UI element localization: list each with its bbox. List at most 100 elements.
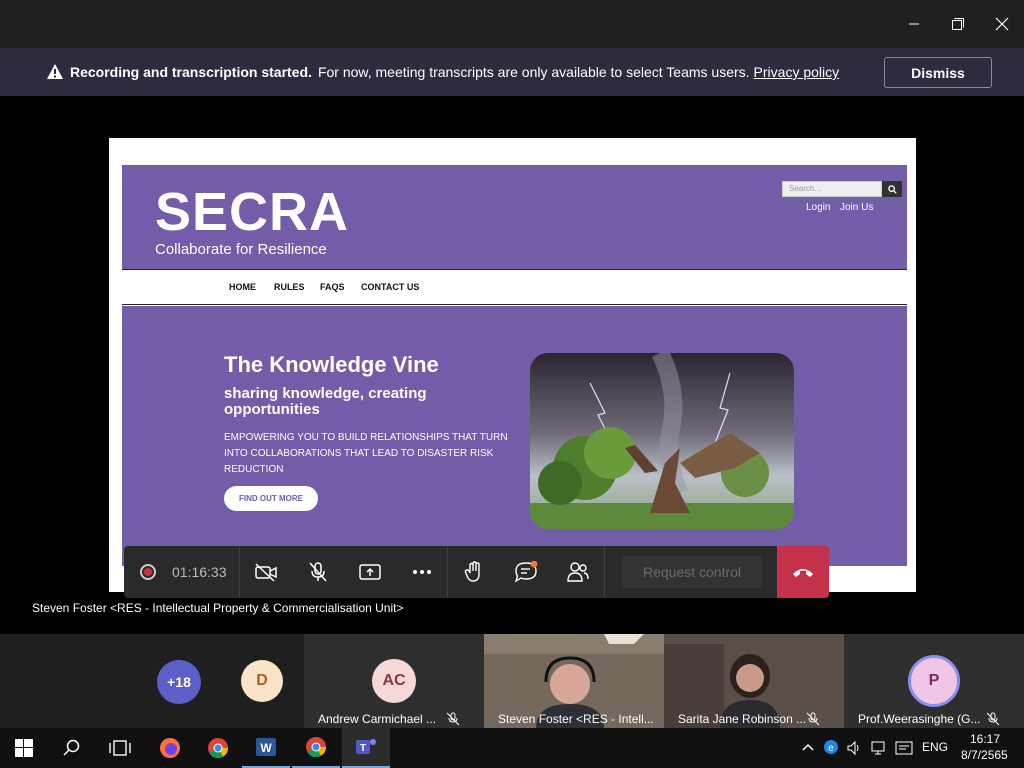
chat-icon [514,561,538,583]
window-titlebar [0,0,1024,48]
privacy-policy-link[interactable]: Privacy policy [754,64,840,80]
separator [239,546,240,598]
edge-icon[interactable]: e [823,739,839,755]
minimize-icon [909,23,919,25]
separator [447,546,448,598]
mic-off-icon [309,562,327,582]
find-out-more-button[interactable]: FIND OUT MORE [224,486,318,511]
camera-off-icon [255,563,277,582]
minimize-button[interactable] [892,0,936,48]
share-screen-icon [359,564,381,580]
mic-muted-icon [986,712,1000,726]
close-button[interactable] [980,0,1024,48]
hang-up-button[interactable] [777,546,829,598]
raise-hand-button[interactable] [456,554,492,590]
chrome-icon [208,738,229,759]
participant-tile[interactable]: Steven Foster <RES - Intell... [484,634,664,728]
site-nav-contact[interactable]: CONTACT US [361,282,419,292]
banner-message: For now, meeting transcripts are only av… [317,64,750,80]
storm-tree-image [530,353,794,529]
camera-toggle-button[interactable] [248,554,284,590]
search-button[interactable] [48,728,96,768]
firefox-icon [160,738,180,758]
participant-name: Sarita Jane Robinson ... [678,712,807,726]
maximize-icon [952,18,964,30]
clock-date[interactable]: 8/7/2565 [961,748,1008,762]
hang-up-icon [793,569,813,577]
chevron-up-icon[interactable] [802,742,814,752]
chrome-icon [306,737,327,758]
participant-name: Prof.Weerasinghe (G... [858,712,981,726]
chrome-app-2[interactable] [292,728,340,768]
avatar: P [908,655,960,707]
windows-taskbar: W T e ENG 16:17 8/7/2565 [0,728,1024,768]
more-icon [413,570,431,574]
recording-banner: Recording and transcription started. For… [0,48,1024,96]
input-language[interactable]: ENG [922,740,948,754]
site-join-link[interactable]: Join Us [840,202,873,213]
task-view-button[interactable] [96,728,144,768]
site-login-link[interactable]: Login [806,202,830,213]
share-screen-button[interactable] [352,554,388,590]
site-header: SECRA Collaborate for Resilience Search.… [122,165,907,269]
maximize-button[interactable] [936,0,980,48]
shared-screen: SECRA Collaborate for Resilience Search.… [109,138,916,592]
participants-icon [567,562,589,582]
svg-text:T: T [360,743,366,754]
recording-indicator-icon [140,564,156,580]
more-actions-button[interactable] [404,554,440,590]
word-app[interactable]: W [242,728,290,768]
site-hero: The Knowledge Vine sharing knowledge, cr… [122,306,907,566]
participant-tile[interactable]: AC Andrew Carmichael ... [304,634,484,728]
svg-text:e: e [828,743,834,754]
teams-icon: T [356,739,376,754]
site-nav-home[interactable]: HOME [229,282,256,292]
presenter-name: Steven Foster <RES - Intellectual Proper… [32,601,404,615]
participant-tile[interactable]: P Prof.Weerasinghe (G... [844,634,1024,728]
mic-toggle-button[interactable] [300,554,336,590]
chrome-app[interactable] [194,728,242,768]
word-icon: W [256,738,276,756]
site-nav-faqs[interactable]: FAQS [320,282,345,292]
chat-button[interactable] [508,554,544,590]
banner-title: Recording and transcription started. [70,64,312,80]
site-tagline: Collaborate for Resilience [155,241,327,258]
notification-icon[interactable] [895,740,913,756]
network-icon[interactable] [871,740,889,756]
participant-name: Steven Foster <RES - Intell... [498,712,654,726]
participant-name: Andrew Carmichael ... [318,712,437,726]
site-nav: HOME RULES FAQS CONTACT US [122,269,907,305]
close-icon [995,17,1009,31]
separator [604,546,605,598]
call-controls: 01:16:33 Request control [124,546,829,598]
avatar: D [241,660,283,702]
dismiss-button[interactable]: Dismiss [884,57,992,88]
hero-body: EMPOWERING YOU TO BUILD RELATIONSHIPS TH… [224,432,508,475]
volume-icon[interactable] [846,740,862,756]
windows-logo-icon [15,739,33,757]
avatar: AC [372,659,416,703]
firefox-app[interactable] [146,728,194,768]
participants-button[interactable] [560,554,596,590]
participant-gallery: +18 D AC Andrew Carmichael ... Steven Fo… [0,634,1024,728]
site-nav-rules[interactable]: RULES [274,282,305,292]
raise-hand-icon [464,561,480,582]
search-icon [887,184,897,194]
mic-muted-icon [446,712,460,726]
meeting-timer: 01:16:33 [172,564,227,580]
mic-muted-icon [806,712,820,726]
svg-text:W: W [260,741,272,755]
overflow-participants-button[interactable]: +18 [157,660,201,704]
site-search-button[interactable] [882,181,902,197]
hero-subtitle: sharing knowledge, creating opportunitie… [224,385,427,418]
teams-app[interactable]: T [342,728,390,768]
search-icon [63,739,80,756]
site-search-input[interactable]: Search... [782,181,882,197]
clock-time[interactable]: 16:17 [970,732,1000,746]
task-view-icon [109,740,131,756]
warning-icon [47,64,63,79]
request-control-button[interactable]: Request control [622,556,762,588]
participant-tile[interactable]: Sarita Jane Robinson ... [664,634,844,728]
start-button[interactable] [0,728,48,768]
site-logo: SECRA [155,182,350,242]
